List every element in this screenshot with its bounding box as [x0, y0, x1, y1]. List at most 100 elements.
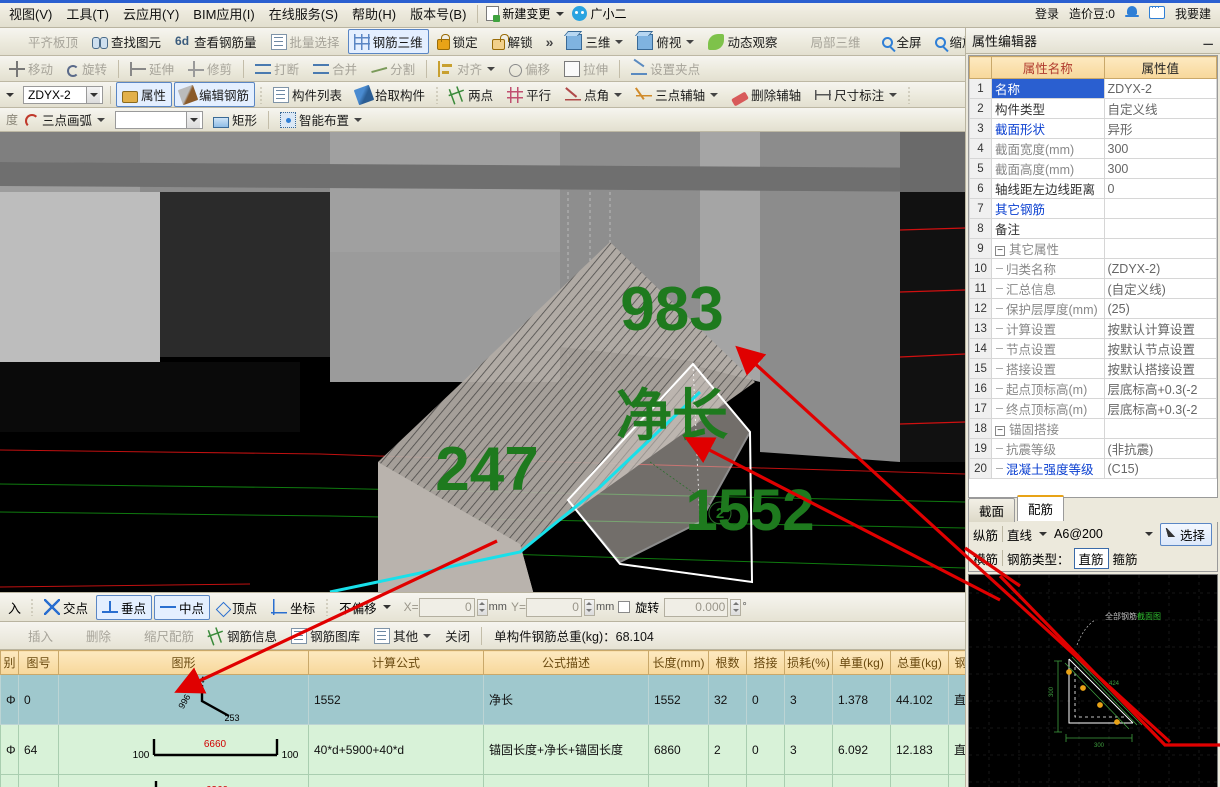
- rebar-spec-input[interactable]: A6@200: [1051, 525, 1156, 543]
- tool-rebar-library[interactable]: 钢筋图库: [285, 623, 366, 648]
- tool-rectangle[interactable]: 矩形: [207, 108, 263, 132]
- col-desc[interactable]: 公式描述: [484, 651, 649, 675]
- property-row[interactable]: 15搭接设置按默认搭接设置: [970, 359, 1217, 379]
- tool-parallel[interactable]: 平行: [501, 82, 557, 107]
- rebar-line-type[interactable]: 直线: [1007, 525, 1032, 544]
- select-button[interactable]: 选择: [1160, 523, 1212, 546]
- chevron-down-icon[interactable]: [1039, 532, 1047, 536]
- chevron-down-icon[interactable]: [86, 87, 100, 103]
- tool-unlock[interactable]: 解锁: [486, 29, 539, 54]
- rotate-input[interactable]: 0.000: [664, 598, 728, 617]
- col-count[interactable]: 根数: [709, 651, 747, 675]
- new-change-button[interactable]: 新建变更: [482, 3, 568, 24]
- col-length[interactable]: 长度(mm): [649, 651, 709, 675]
- property-value[interactable]: [1104, 199, 1217, 219]
- tool-rebar-info[interactable]: 钢筋信息: [202, 623, 283, 648]
- col-formula[interactable]: 计算公式: [309, 651, 484, 675]
- col-lap[interactable]: 搭接: [747, 651, 785, 675]
- toolbar-overflow-button[interactable]: »: [540, 34, 560, 50]
- rotate-checkbox[interactable]: [618, 601, 630, 613]
- property-row[interactable]: 3截面形状异形: [970, 119, 1217, 139]
- chat-button[interactable]: [1144, 3, 1170, 25]
- menu-item-help[interactable]: 帮助(H): [345, 1, 403, 26]
- property-row[interactable]: 14节点设置按默认节点设置: [970, 339, 1217, 359]
- chevron-down-icon[interactable]: [487, 67, 495, 71]
- property-value[interactable]: (25): [1104, 299, 1217, 319]
- property-value[interactable]: 300: [1104, 139, 1217, 159]
- component-select[interactable]: ZDYX-2: [23, 86, 103, 104]
- tool-trim[interactable]: 修剪: [182, 56, 238, 81]
- col-unit-weight[interactable]: 单重(kg): [833, 651, 891, 675]
- tool-align[interactable]: 对齐: [432, 56, 501, 81]
- table-row[interactable]: Φ 64 100 6660 100 40*d+5900+40*d 锚固长度+净长…: [1, 725, 966, 775]
- tool-rebar-3d[interactable]: 钢筋三维: [348, 29, 429, 54]
- property-row[interactable]: 17终点顶标高(m)层底标高+0.3(-2: [970, 399, 1217, 419]
- chevron-down-icon[interactable]: [423, 634, 431, 638]
- tool-properties[interactable]: 属性: [116, 82, 172, 107]
- col-category[interactable]: 钢筋归类: [949, 651, 966, 675]
- chevron-down-icon[interactable]: [615, 40, 623, 44]
- snap-intersection[interactable]: 交点: [38, 595, 94, 620]
- chevron-down-icon[interactable]: [97, 118, 105, 122]
- property-value[interactable]: (自定义线): [1104, 279, 1217, 299]
- tool-stretch[interactable]: 拉伸: [558, 56, 614, 81]
- rebar-type-straight[interactable]: 直筋: [1074, 548, 1109, 569]
- tool-pick-component[interactable]: 拾取构件: [350, 82, 431, 107]
- tool-rotate[interactable]: 旋转: [61, 56, 113, 81]
- tool-view-rebar-qty[interactable]: 查看钢筋量: [169, 29, 263, 54]
- menu-item-bim[interactable]: BIM应用(I): [186, 1, 261, 26]
- menu-item-tools[interactable]: 工具(T): [59, 1, 116, 26]
- property-name-header[interactable]: 属性名称: [992, 57, 1105, 79]
- chevron-down-icon[interactable]: [710, 93, 718, 97]
- arc-option-select[interactable]: [115, 111, 203, 129]
- tool-3d-view[interactable]: 三维: [560, 29, 629, 54]
- property-row[interactable]: 4截面宽度(mm)300: [970, 139, 1217, 159]
- col-total-weight[interactable]: 总重(kg): [891, 651, 949, 675]
- tool-dimension[interactable]: 尺寸标注: [809, 82, 903, 107]
- property-row[interactable]: 13计算设置按默认计算设置: [970, 319, 1217, 339]
- property-row[interactable]: 1名称ZDYX-2: [970, 79, 1217, 99]
- tool-scale-rebar[interactable]: 缩尺配筋: [119, 623, 200, 648]
- x-input[interactable]: 0: [419, 598, 475, 617]
- property-row[interactable]: 16起点顶标高(m)层底标高+0.3(-2: [970, 379, 1217, 399]
- property-row[interactable]: 6轴线距左边线距离0: [970, 179, 1217, 199]
- property-row[interactable]: 19抗震等级(非抗震): [970, 439, 1217, 459]
- snap-perpendicular[interactable]: 垂点: [96, 595, 152, 620]
- tool-point-angle[interactable]: 点角: [559, 82, 628, 107]
- tool-other[interactable]: 其他: [368, 623, 437, 648]
- tool-extend[interactable]: 延伸: [124, 56, 180, 81]
- build-button[interactable]: 我要建: [1170, 2, 1216, 25]
- tool-two-point[interactable]: 两点: [443, 82, 499, 107]
- property-value[interactable]: 按默认搭接设置: [1104, 359, 1217, 379]
- login-button[interactable]: 登录: [1030, 2, 1064, 25]
- property-row[interactable]: 11汇总信息(自定义线): [970, 279, 1217, 299]
- property-row[interactable]: 8备注: [970, 219, 1217, 239]
- rebar-table[interactable]: 别 图号 图形 计算公式 公式描述 长度(mm) 根数 搭接 损耗(%) 单重(…: [0, 650, 965, 787]
- user-account[interactable]: 广小二: [568, 3, 630, 24]
- col-level[interactable]: 别: [1, 651, 19, 675]
- tool-three-point-arc[interactable]: 三点画弧: [19, 108, 111, 132]
- tool-offset[interactable]: 偏移: [503, 56, 556, 81]
- tool-three-point-axis[interactable]: 三点辅轴: [630, 82, 724, 107]
- chevron-down-icon[interactable]: [186, 112, 200, 128]
- property-value[interactable]: [1104, 219, 1217, 239]
- chevron-down-icon[interactable]: [556, 12, 564, 16]
- property-value[interactable]: ZDYX-2: [1104, 79, 1217, 99]
- tool-align-slab-top[interactable]: 平齐板顶: [3, 29, 84, 54]
- tool-split[interactable]: 分割: [365, 56, 421, 81]
- property-value[interactable]: 层底标高+0.3(-2: [1104, 379, 1217, 399]
- tab-reinforcement[interactable]: 配筋: [1017, 495, 1064, 521]
- property-value[interactable]: 自定义线: [1104, 99, 1217, 119]
- rotate-stepper[interactable]: [730, 599, 741, 616]
- menu-item-version[interactable]: 版本号(B): [403, 1, 473, 26]
- tool-lock[interactable]: 锁定: [431, 29, 484, 54]
- x-stepper[interactable]: [477, 599, 488, 616]
- snap-vertex[interactable]: 顶点: [212, 595, 263, 620]
- property-value[interactable]: 异形: [1104, 119, 1217, 139]
- snap-coordinate[interactable]: 坐标: [265, 595, 321, 620]
- tool-delete-row[interactable]: 删除: [61, 623, 117, 648]
- col-shape[interactable]: 图形: [59, 651, 309, 675]
- section-preview[interactable]: 全部钢筋 截面图 300 300 424: [968, 574, 1218, 787]
- property-row[interactable]: 10归类名称(ZDYX-2): [970, 259, 1217, 279]
- tool-top-view[interactable]: 俯视: [631, 29, 700, 54]
